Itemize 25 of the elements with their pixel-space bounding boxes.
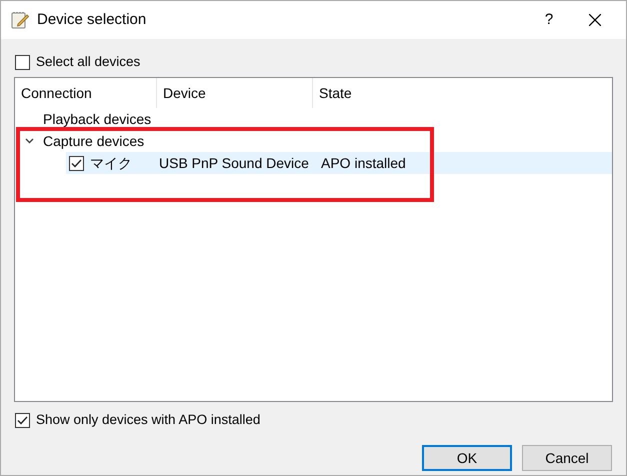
tree-group-row[interactable]: Playback devices bbox=[15, 108, 612, 130]
column-header[interactable]: Connection bbox=[15, 78, 157, 108]
tree-group-label: Capture devices bbox=[43, 132, 144, 151]
column-header[interactable]: State bbox=[313, 78, 612, 108]
close-icon bbox=[589, 14, 601, 26]
checkbox-label: Show only devices with APO installed bbox=[36, 410, 260, 429]
window-title: Device selection bbox=[37, 10, 146, 30]
checkbox[interactable] bbox=[15, 412, 30, 428]
table-cell-text: APO installed bbox=[320, 154, 406, 172]
checkbox[interactable] bbox=[69, 156, 84, 170]
chevron-down-icon[interactable] bbox=[24, 138, 34, 144]
dialog-button[interactable]: Cancel bbox=[522, 445, 612, 471]
checkbox-label: Select all devices bbox=[36, 52, 140, 71]
table-cell-text: USB PnP Sound Device bbox=[159, 154, 310, 172]
table-cell-text: マイク bbox=[89, 154, 133, 172]
device-row[interactable]: マイク USB PnP Sound Device APO installed bbox=[66, 152, 612, 174]
notepad-icon bbox=[11, 11, 29, 29]
tree-group-label: Playback devices bbox=[43, 110, 152, 129]
checkbox[interactable] bbox=[15, 54, 30, 70]
check-icon bbox=[17, 416, 28, 424]
column-header[interactable]: Device bbox=[157, 78, 313, 108]
dialog-button[interactable]: OK bbox=[422, 445, 512, 471]
check-icon bbox=[71, 158, 82, 168]
tree-group-row[interactable]: Capture devices bbox=[15, 130, 612, 152]
help-button[interactable]: ? bbox=[526, 1, 572, 39]
